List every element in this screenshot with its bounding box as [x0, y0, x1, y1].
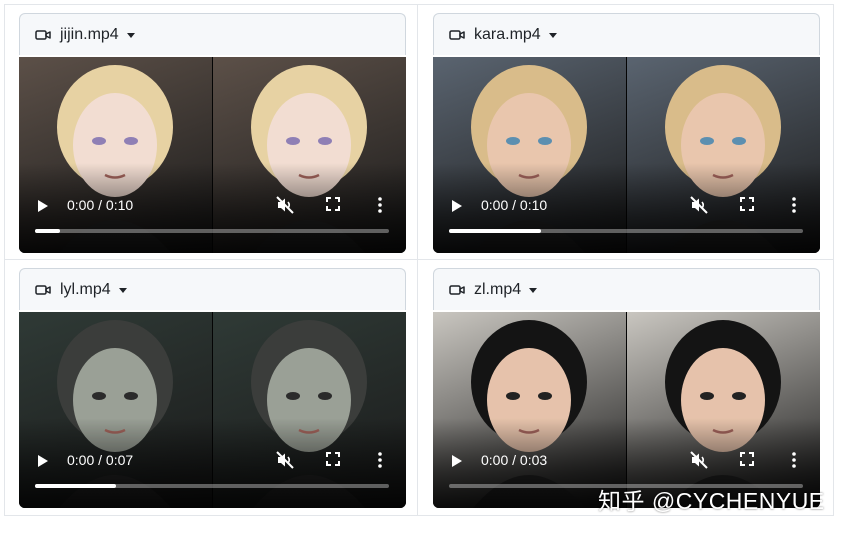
chevron-down-icon[interactable] — [118, 288, 127, 293]
progress-bar[interactable] — [35, 229, 389, 233]
more-options-icon[interactable] — [377, 451, 383, 469]
file-name: jijin.mp4 — [60, 25, 119, 43]
chevron-down-icon[interactable] — [548, 33, 557, 38]
fullscreen-icon[interactable] — [325, 451, 341, 467]
mute-icon[interactable] — [689, 195, 709, 215]
grid-divider-vertical — [417, 4, 418, 516]
time-display: 0:00 / 0:07 — [67, 452, 134, 468]
time-display: 0:00 / 0:03 — [481, 452, 548, 468]
file-header[interactable]: jijin.mp4 — [19, 13, 406, 55]
progress-bar[interactable] — [35, 484, 389, 488]
file-name: zl.mp4 — [474, 280, 522, 298]
progress-fill — [449, 229, 542, 233]
video-controls: 0:00 / 0:07 — [19, 450, 406, 474]
video-camera-icon — [35, 29, 51, 40]
progress-fill — [35, 484, 117, 488]
file-name: kara.mp4 — [474, 25, 541, 43]
play-icon[interactable] — [452, 455, 462, 467]
more-options-icon[interactable] — [791, 196, 797, 214]
play-icon[interactable] — [38, 200, 48, 212]
chevron-down-icon[interactable] — [126, 33, 135, 38]
video-camera-icon — [449, 29, 465, 40]
progress-bar[interactable] — [449, 229, 803, 233]
file-header[interactable]: zl.mp4 — [433, 268, 820, 310]
mute-icon[interactable] — [275, 450, 295, 470]
chevron-down-icon[interactable] — [529, 288, 538, 293]
video-camera-icon — [35, 284, 51, 295]
mute-icon[interactable] — [689, 450, 709, 470]
file-name: lyl.mp4 — [60, 280, 111, 298]
watermark: 知乎 @CYCHENYUE — [598, 488, 825, 514]
time-display: 0:00 / 0:10 — [67, 197, 134, 213]
fullscreen-icon[interactable] — [325, 196, 341, 212]
time-display: 0:00 / 0:10 — [481, 197, 548, 213]
video-player[interactable]: 0:00 / 0:07 — [19, 312, 406, 508]
video-player[interactable]: 0:00 / 0:10 — [433, 57, 820, 253]
video-controls: 0:00 / 0:10 — [433, 195, 820, 219]
video-controls: 0:00 / 0:03 — [433, 450, 820, 474]
grid-divider-horizontal — [4, 259, 834, 260]
video-camera-icon — [449, 284, 465, 295]
file-header[interactable]: lyl.mp4 — [19, 268, 406, 310]
file-header[interactable]: kara.mp4 — [433, 13, 820, 55]
play-icon[interactable] — [452, 200, 462, 212]
video-player[interactable]: 0:00 / 0:03 — [433, 312, 820, 508]
fullscreen-icon[interactable] — [739, 451, 755, 467]
mute-icon[interactable] — [275, 195, 295, 215]
progress-fill — [35, 229, 60, 233]
fullscreen-icon[interactable] — [739, 196, 755, 212]
video-player[interactable]: 0:00 / 0:10 — [19, 57, 406, 253]
play-icon[interactable] — [38, 455, 48, 467]
more-options-icon[interactable] — [377, 196, 383, 214]
video-controls: 0:00 / 0:10 — [19, 195, 406, 219]
more-options-icon[interactable] — [791, 451, 797, 469]
